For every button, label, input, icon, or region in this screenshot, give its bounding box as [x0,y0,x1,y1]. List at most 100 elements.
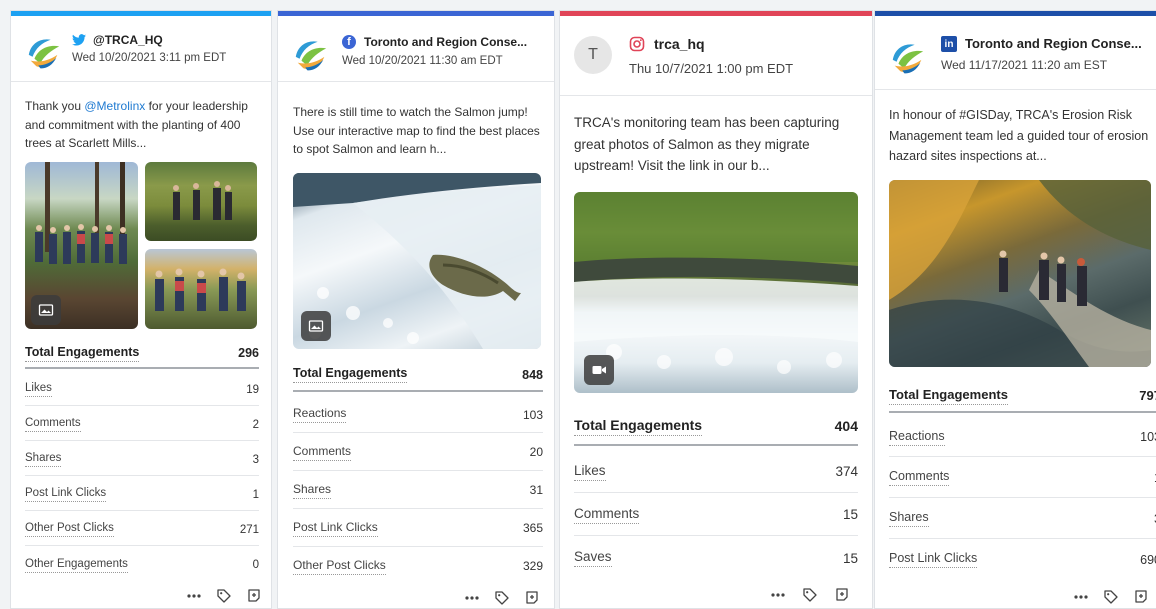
more-options-icon[interactable] [770,587,786,603]
metric-label[interactable]: Likes [574,463,606,481]
metric-value: 374 [835,464,858,479]
metrics-table: Total Engagements 848 Reactions 103 Comm… [293,359,543,579]
mention-link[interactable]: @Metrolinx [84,99,145,113]
more-options-icon[interactable] [186,588,202,604]
metric-label[interactable]: Shares [25,452,62,467]
metric-label[interactable]: Shares [889,510,929,527]
metric-value: 103 [522,407,543,422]
metric-value: 690 [1140,552,1156,567]
metric-row: Other Engagements 0 [25,549,259,581]
metric-label[interactable]: Shares [293,482,332,499]
metric-label[interactable]: Post Link Clicks [293,520,378,537]
post-card-facebook[interactable]: f Toronto and Region Conse... Wed 10/20/… [277,10,555,609]
post-video-thumbnail[interactable] [574,192,858,393]
metric-label[interactable]: Comments [889,469,950,486]
profile-name[interactable]: Toronto and Region Conse... [965,36,1155,51]
trca-logo-avatar[interactable] [889,39,927,77]
tag-icon[interactable] [802,587,818,603]
metrics-table: Total Engagements 296 Likes 19 Comments … [25,339,259,579]
post-card-linkedin[interactable]: in Toronto and Region Conse... Wed 11/17… [874,10,1156,609]
post-card-twitter[interactable]: @TRCA_HQ Wed 10/20/2021 3:11 pm EDT Than… [10,10,272,609]
metric-value: 103 [1140,430,1156,444]
post-text: TRCA's monitoring team has been capturin… [574,115,840,173]
profile-name[interactable]: trca_hq [654,36,705,52]
post-date: Wed 11/17/2021 11:20 am EST [941,58,1108,72]
metric-row: Shares 3 [25,444,259,476]
trca-logo-avatar[interactable] [25,34,63,72]
post-actions [464,590,540,606]
trca-logo-avatar[interactable] [292,36,330,74]
tag-icon[interactable] [494,590,510,606]
metric-value: 20 [529,445,543,459]
add-note-icon[interactable] [246,588,262,604]
metric-row: Saves 15 [574,537,858,579]
metric-label[interactable]: Total Engagements [574,417,703,436]
post-header: f Toronto and Region Conse... Wed 10/20/… [278,16,554,82]
add-note-icon[interactable] [524,590,540,606]
video-icon [584,355,614,385]
avatar[interactable]: T [574,36,612,74]
post-header: @TRCA_HQ Wed 10/20/2021 3:11 pm EDT [11,16,271,82]
metric-label[interactable]: Reactions [293,406,347,423]
metric-value: 329 [522,559,543,573]
metric-label[interactable]: Reactions [889,429,945,446]
metrics-table: Total Engagements 797 Reactions 103 Comm… [889,380,1156,580]
instagram-icon [629,36,645,52]
post-actions [770,587,850,603]
metric-label[interactable]: Other Post Clicks [25,522,114,537]
linkedin-icon: in [941,36,957,52]
metric-value: 848 [522,367,543,382]
metric-label[interactable]: Likes [25,382,52,397]
post-date: Wed 10/20/2021 3:11 pm EDT [72,52,227,64]
tag-icon[interactable] [1103,589,1119,605]
post-date: Wed 10/20/2021 11:30 am EDT [342,55,503,67]
metric-row-total-engagements: Total Engagements 797 [889,380,1156,413]
metric-value: 15 [842,507,858,522]
metric-value: 3 [252,453,259,466]
metric-row: Post Link Clicks 1 [25,479,259,511]
post-header: T trca_hq Thu 10/7/2021 1:00 pm EDT [560,16,872,96]
metric-label[interactable]: Post Link Clicks [25,487,107,502]
metric-row: Comments 1 [889,458,1156,498]
profile-name[interactable]: @TRCA_HQ [93,33,263,47]
metric-label[interactable]: Comments [25,417,81,432]
metric-label[interactable]: Total Engagements [25,345,140,362]
post-image-2[interactable] [145,162,257,241]
post-image-3[interactable] [145,249,257,329]
metric-label[interactable]: Post Link Clicks [889,551,978,568]
metric-label[interactable]: Saves [574,549,612,567]
twitter-bird-icon [72,33,86,47]
metric-row: Other Post Clicks 329 [293,548,543,584]
metric-value: 15 [842,550,858,566]
metric-value: 31 [529,483,543,497]
profile-name[interactable]: Toronto and Region Conse... [364,35,546,49]
more-options-icon[interactable] [464,590,480,606]
add-note-icon[interactable] [1133,589,1149,605]
metric-label[interactable]: Comments [293,444,352,461]
metric-row: Likes 374 [574,451,858,493]
metric-label[interactable]: Comments [574,506,640,524]
post-header: in Toronto and Region Conse... Wed 11/17… [875,16,1156,90]
post-actions [186,588,262,604]
metric-label[interactable]: Other Engagements [25,558,128,573]
post-card-instagram[interactable]: T trca_hq Thu 10/7/2021 1:00 pm EDT TRCA… [559,10,873,609]
post-image[interactable] [889,180,1151,367]
metric-row-total-engagements: Total Engagements 296 [25,339,259,369]
metric-value: 271 [239,523,259,536]
metric-value: 0 [252,559,259,571]
metric-row-total-engagements: Total Engagements 404 [574,408,858,446]
metric-value: 365 [522,521,543,535]
metric-value: 2 [252,418,259,431]
metric-row: Likes 19 [25,374,259,406]
metric-label[interactable]: Total Engagements [293,366,408,383]
add-note-icon[interactable] [834,587,850,603]
tag-icon[interactable] [216,588,232,604]
metric-row: Comments 20 [293,434,543,471]
post-text: Thank you @Metrolinx for your leadership… [25,99,248,150]
post-actions [1073,589,1149,605]
more-options-icon[interactable] [1073,589,1089,605]
metric-label[interactable]: Other Post Clicks [293,558,386,575]
metric-row: Post Link Clicks 690 [889,540,1156,579]
metric-label[interactable]: Total Engagements [889,387,1008,405]
metric-row: Reactions 103 [293,397,543,433]
